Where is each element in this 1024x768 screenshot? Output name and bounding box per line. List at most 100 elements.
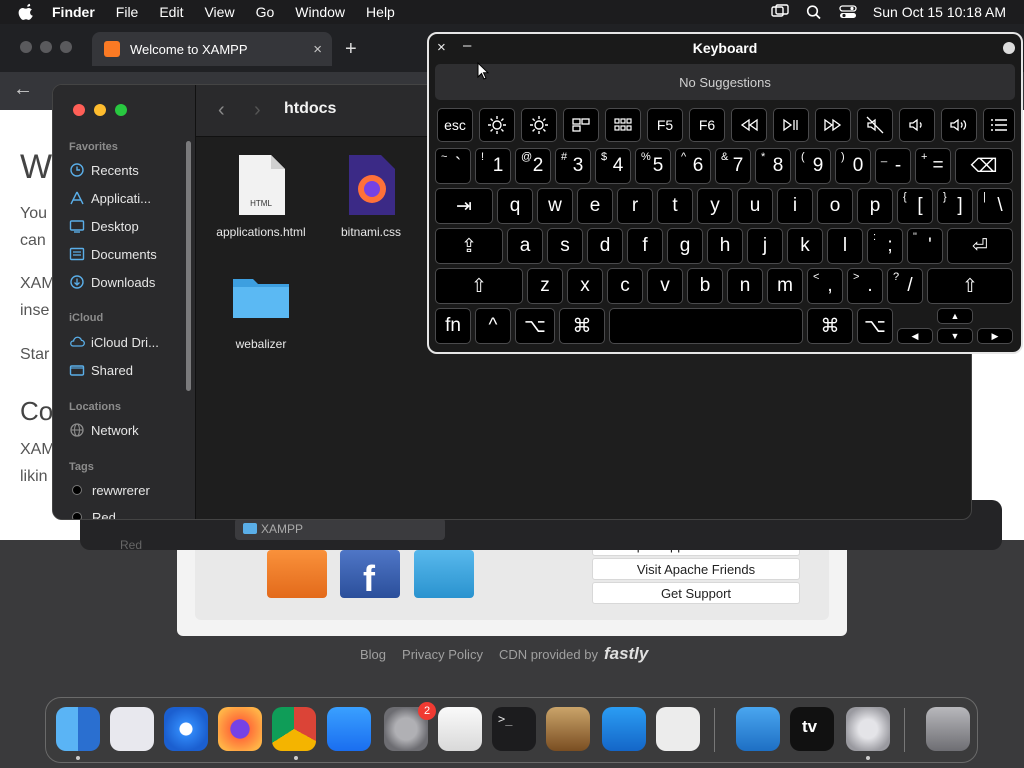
key-option-right[interactable]: ⌥ (857, 308, 893, 344)
key-i[interactable]: i (777, 188, 813, 224)
key-x[interactable]: x (567, 268, 603, 304)
sidebar-item-applications[interactable]: Applicati... (69, 188, 193, 208)
xampp-logo-icon[interactable] (267, 550, 327, 598)
key-m[interactable]: m (767, 268, 803, 304)
key-shift-left[interactable]: ⇧ (435, 268, 523, 304)
key-y[interactable]: y (697, 188, 733, 224)
key-number-12[interactable]: + = (915, 148, 951, 184)
key-punct-0[interactable]: :; (867, 228, 903, 264)
finder-close-button[interactable] (73, 104, 85, 116)
footer-blog-link[interactable]: Blog (360, 647, 386, 662)
appletv-icon[interactable]: tv (790, 707, 834, 751)
key-s[interactable]: s (547, 228, 583, 264)
key-o[interactable]: o (817, 188, 853, 224)
key-f6[interactable]: F6 (689, 108, 725, 142)
key-d[interactable]: d (587, 228, 623, 264)
menu-help[interactable]: Help (366, 4, 395, 20)
tab-close-icon[interactable]: × (313, 41, 322, 58)
folder-webalizer[interactable]: webalizer (206, 265, 316, 351)
fastly-logo[interactable]: fastly (604, 644, 648, 664)
back-chevron-icon[interactable]: ‹ (218, 99, 225, 122)
key-f5[interactable]: F5 (647, 108, 683, 142)
safari-icon[interactable] (164, 707, 208, 751)
get-support-link[interactable]: Get Support (592, 582, 800, 604)
key-number-1[interactable]: ! 1 (475, 148, 511, 184)
visit-apache-friends-link[interactable]: Visit Apache Friends (592, 558, 800, 580)
key-play-pause[interactable] (773, 108, 809, 142)
key-brightness-up[interactable] (521, 108, 557, 142)
sidebar-item-downloads[interactable]: Downloads (69, 272, 193, 292)
sidebar-item-shared[interactable]: Shared (69, 360, 193, 380)
sidebar-item-desktop[interactable]: Desktop (69, 216, 193, 236)
browser-tab-xampp[interactable]: Welcome to XAMPP × (92, 32, 332, 66)
sidebar-item-documents[interactable]: Documents (69, 244, 193, 264)
sidebar-item-xampp[interactable]: XAMPP (235, 518, 445, 540)
sidebar-item-recents[interactable]: Recents (69, 160, 193, 180)
key-number-2[interactable]: @2 (515, 148, 551, 184)
key-number-4[interactable]: $4 (595, 148, 631, 184)
key-volume-down[interactable] (899, 108, 935, 142)
key-launchpad[interactable] (605, 108, 641, 142)
key-arrow-left[interactable]: ◀ (897, 328, 933, 344)
key-brightness-down[interactable] (479, 108, 515, 142)
control-center-icon[interactable] (839, 4, 857, 20)
key-w[interactable]: w (537, 188, 573, 224)
twitter-logo-icon[interactable] (414, 550, 474, 598)
key-punct-1[interactable]: " ' (907, 228, 943, 264)
sidebar-tag-rewwrerer[interactable]: rewwrerer (69, 480, 193, 500)
menu-finder[interactable]: Finder (52, 4, 95, 20)
key-g[interactable]: g (667, 228, 703, 264)
file-applications-html[interactable]: HTML applications.html (206, 153, 316, 239)
key-bracket-2[interactable]: | \ (977, 188, 1013, 224)
chrome-icon[interactable] (272, 707, 316, 751)
key-f[interactable]: f (627, 228, 663, 264)
key-number-5[interactable]: % 5 (635, 148, 671, 184)
key-n[interactable]: n (727, 268, 763, 304)
key-number-3[interactable]: #3 (555, 148, 591, 184)
menu-clock[interactable]: Sun Oct 15 10:18 AM (873, 4, 1006, 20)
back-arrow-icon[interactable]: ← (13, 78, 33, 101)
key-dictation[interactable] (983, 108, 1015, 142)
key-h[interactable]: h (707, 228, 743, 264)
app-store-icon[interactable] (327, 707, 371, 751)
firefox-icon[interactable] (218, 707, 262, 751)
footer-privacy-link[interactable]: Privacy Policy (402, 647, 483, 662)
new-tab-button[interactable]: + (345, 38, 357, 61)
finder-minimize-button[interactable] (94, 104, 106, 116)
key-z[interactable]: z (527, 268, 563, 304)
vscode-icon[interactable] (602, 707, 646, 751)
key-p[interactable]: p (857, 188, 893, 224)
key-shift-right[interactable]: ⇧ (927, 268, 1013, 304)
key-control[interactable]: ^ (475, 308, 511, 344)
key-number-8[interactable]: * 8 (755, 148, 791, 184)
launchpad-icon[interactable] (110, 707, 154, 751)
file-bitnami-css[interactable]: bitnami.css (316, 153, 426, 239)
key-a[interactable]: a (507, 228, 543, 264)
key-tab[interactable]: ⇥ (435, 188, 493, 224)
key-c[interactable]: c (607, 268, 643, 304)
key-q[interactable]: q (497, 188, 533, 224)
keyboard-options-button[interactable] (1003, 42, 1015, 54)
key-mission-control[interactable] (563, 108, 599, 142)
key-delete[interactable]: ⌫ (955, 148, 1013, 184)
browser-close-button[interactable] (20, 41, 32, 53)
settings-icon[interactable] (846, 707, 890, 751)
finder-zoom-button[interactable] (115, 104, 127, 116)
key-l[interactable]: l (827, 228, 863, 264)
key-volume-up[interactable] (941, 108, 977, 142)
forward-chevron-icon[interactable]: › (254, 99, 261, 122)
terminal-icon[interactable]: >_ (492, 707, 536, 751)
key-b[interactable]: b (687, 268, 723, 304)
key-bracket-1[interactable]: }] (937, 188, 973, 224)
screen-mirroring-icon[interactable] (771, 4, 789, 20)
sidebar-scrollbar[interactable] (186, 141, 191, 391)
key-arrow-up[interactable]: ▲ (937, 308, 973, 324)
key-command-right[interactable]: ⌘ (807, 308, 853, 344)
key-fn[interactable]: fn (435, 308, 471, 344)
sidebar-item-network[interactable]: Network (69, 420, 193, 440)
key-number-6[interactable]: ^ 6 (675, 148, 711, 184)
key-command-left[interactable]: ⌘ (559, 308, 605, 344)
key-symbol-1[interactable]: >. (847, 268, 883, 304)
key-esc[interactable]: esc (437, 108, 473, 142)
browser-minimize-button[interactable] (40, 41, 52, 53)
